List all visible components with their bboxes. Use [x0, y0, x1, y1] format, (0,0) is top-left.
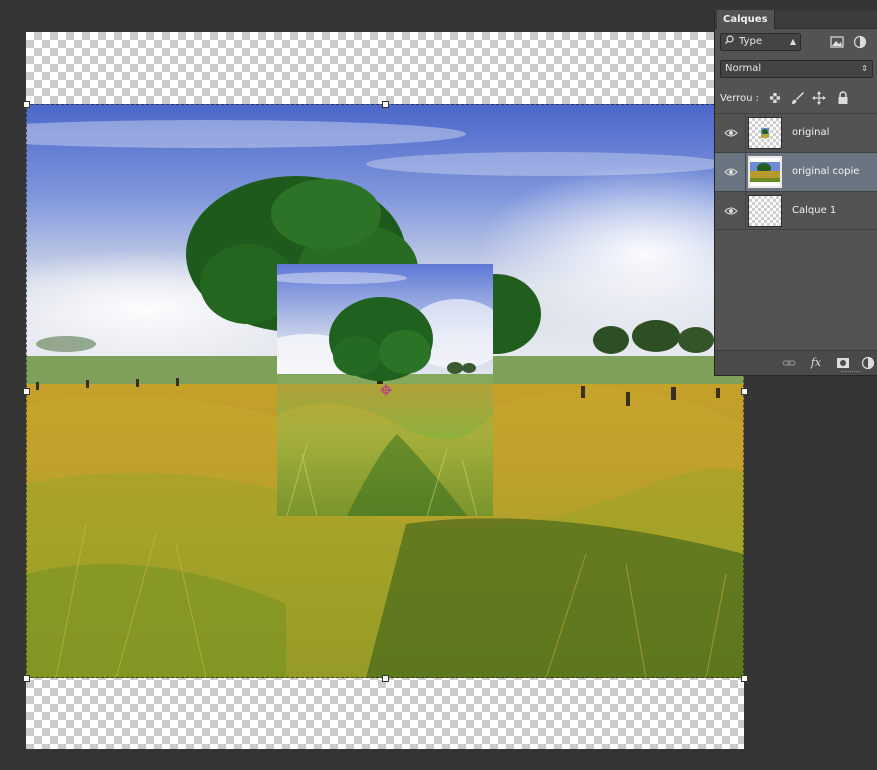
lock-all-icon[interactable] [836, 91, 850, 105]
layer-divider [745, 192, 746, 230]
visibility-eye-icon[interactable] [724, 205, 738, 217]
layer-row-original-copie[interactable]: original copie [715, 152, 877, 191]
chevron-updown-icon: ▲ [789, 37, 796, 46]
layer-filter-select[interactable]: Type ▲ [720, 33, 801, 51]
search-icon [725, 34, 735, 50]
visibility-eye-icon[interactable] [724, 127, 738, 139]
chevron-updown-icon: ⇕ [861, 64, 868, 73]
adjustment-filter-icon[interactable] [853, 35, 867, 49]
panel-resize-grip[interactable] [841, 371, 861, 374]
lock-move-icon[interactable] [812, 91, 826, 105]
lock-row: Verrou : [720, 90, 873, 108]
transform-handle-bottom-left[interactable] [23, 675, 30, 682]
panel-tab-bar: Calques [715, 10, 877, 29]
blend-mode-select[interactable]: Normal ⇕ [720, 60, 873, 78]
layer-thumbnail [748, 117, 782, 149]
layers-list: original original copie Calque 1 [715, 113, 877, 230]
transform-handle-middle-right[interactable] [741, 388, 748, 395]
fx-icon[interactable]: fx [809, 356, 823, 370]
layer-row-calque-1[interactable]: Calque 1 [715, 191, 877, 230]
mask-icon[interactable] [836, 356, 850, 370]
adjustment-icon[interactable] [861, 356, 875, 370]
layer-filter-row: Type ▲ [720, 33, 872, 51]
lock-transparency-icon[interactable] [768, 91, 782, 105]
layer-name: original copie [792, 166, 860, 177]
layer-row-original[interactable]: original [715, 113, 877, 152]
layer-thumbnail [748, 156, 782, 188]
layer-filter-value: Type [739, 36, 762, 47]
layers-panel: Calques Type ▲ Normal ⇕ Verrou : origina… [714, 10, 877, 376]
transform-handle-top-left[interactable] [23, 101, 30, 108]
transform-handle-top-center[interactable] [382, 101, 389, 108]
transform-pivot-icon[interactable] [380, 384, 392, 396]
link-icon[interactable] [782, 356, 796, 370]
transform-handle-bottom-right[interactable] [741, 675, 748, 682]
lock-label: Verrou : [720, 93, 760, 104]
lock-brush-icon[interactable] [790, 91, 804, 105]
tab-calques[interactable]: Calques [717, 10, 775, 29]
layer-name: original [792, 127, 830, 138]
transform-handle-bottom-center[interactable] [382, 675, 389, 682]
layer-thumbnail [748, 195, 782, 227]
layer-name: Calque 1 [792, 205, 837, 216]
image-filter-icon[interactable] [830, 35, 844, 49]
blend-mode-value: Normal [725, 63, 762, 74]
layer-divider [745, 114, 746, 152]
transform-handle-middle-left[interactable] [23, 388, 30, 395]
layer-divider [745, 153, 746, 191]
layers-panel-footer: fx [715, 350, 877, 375]
visibility-eye-icon[interactable] [724, 166, 738, 178]
